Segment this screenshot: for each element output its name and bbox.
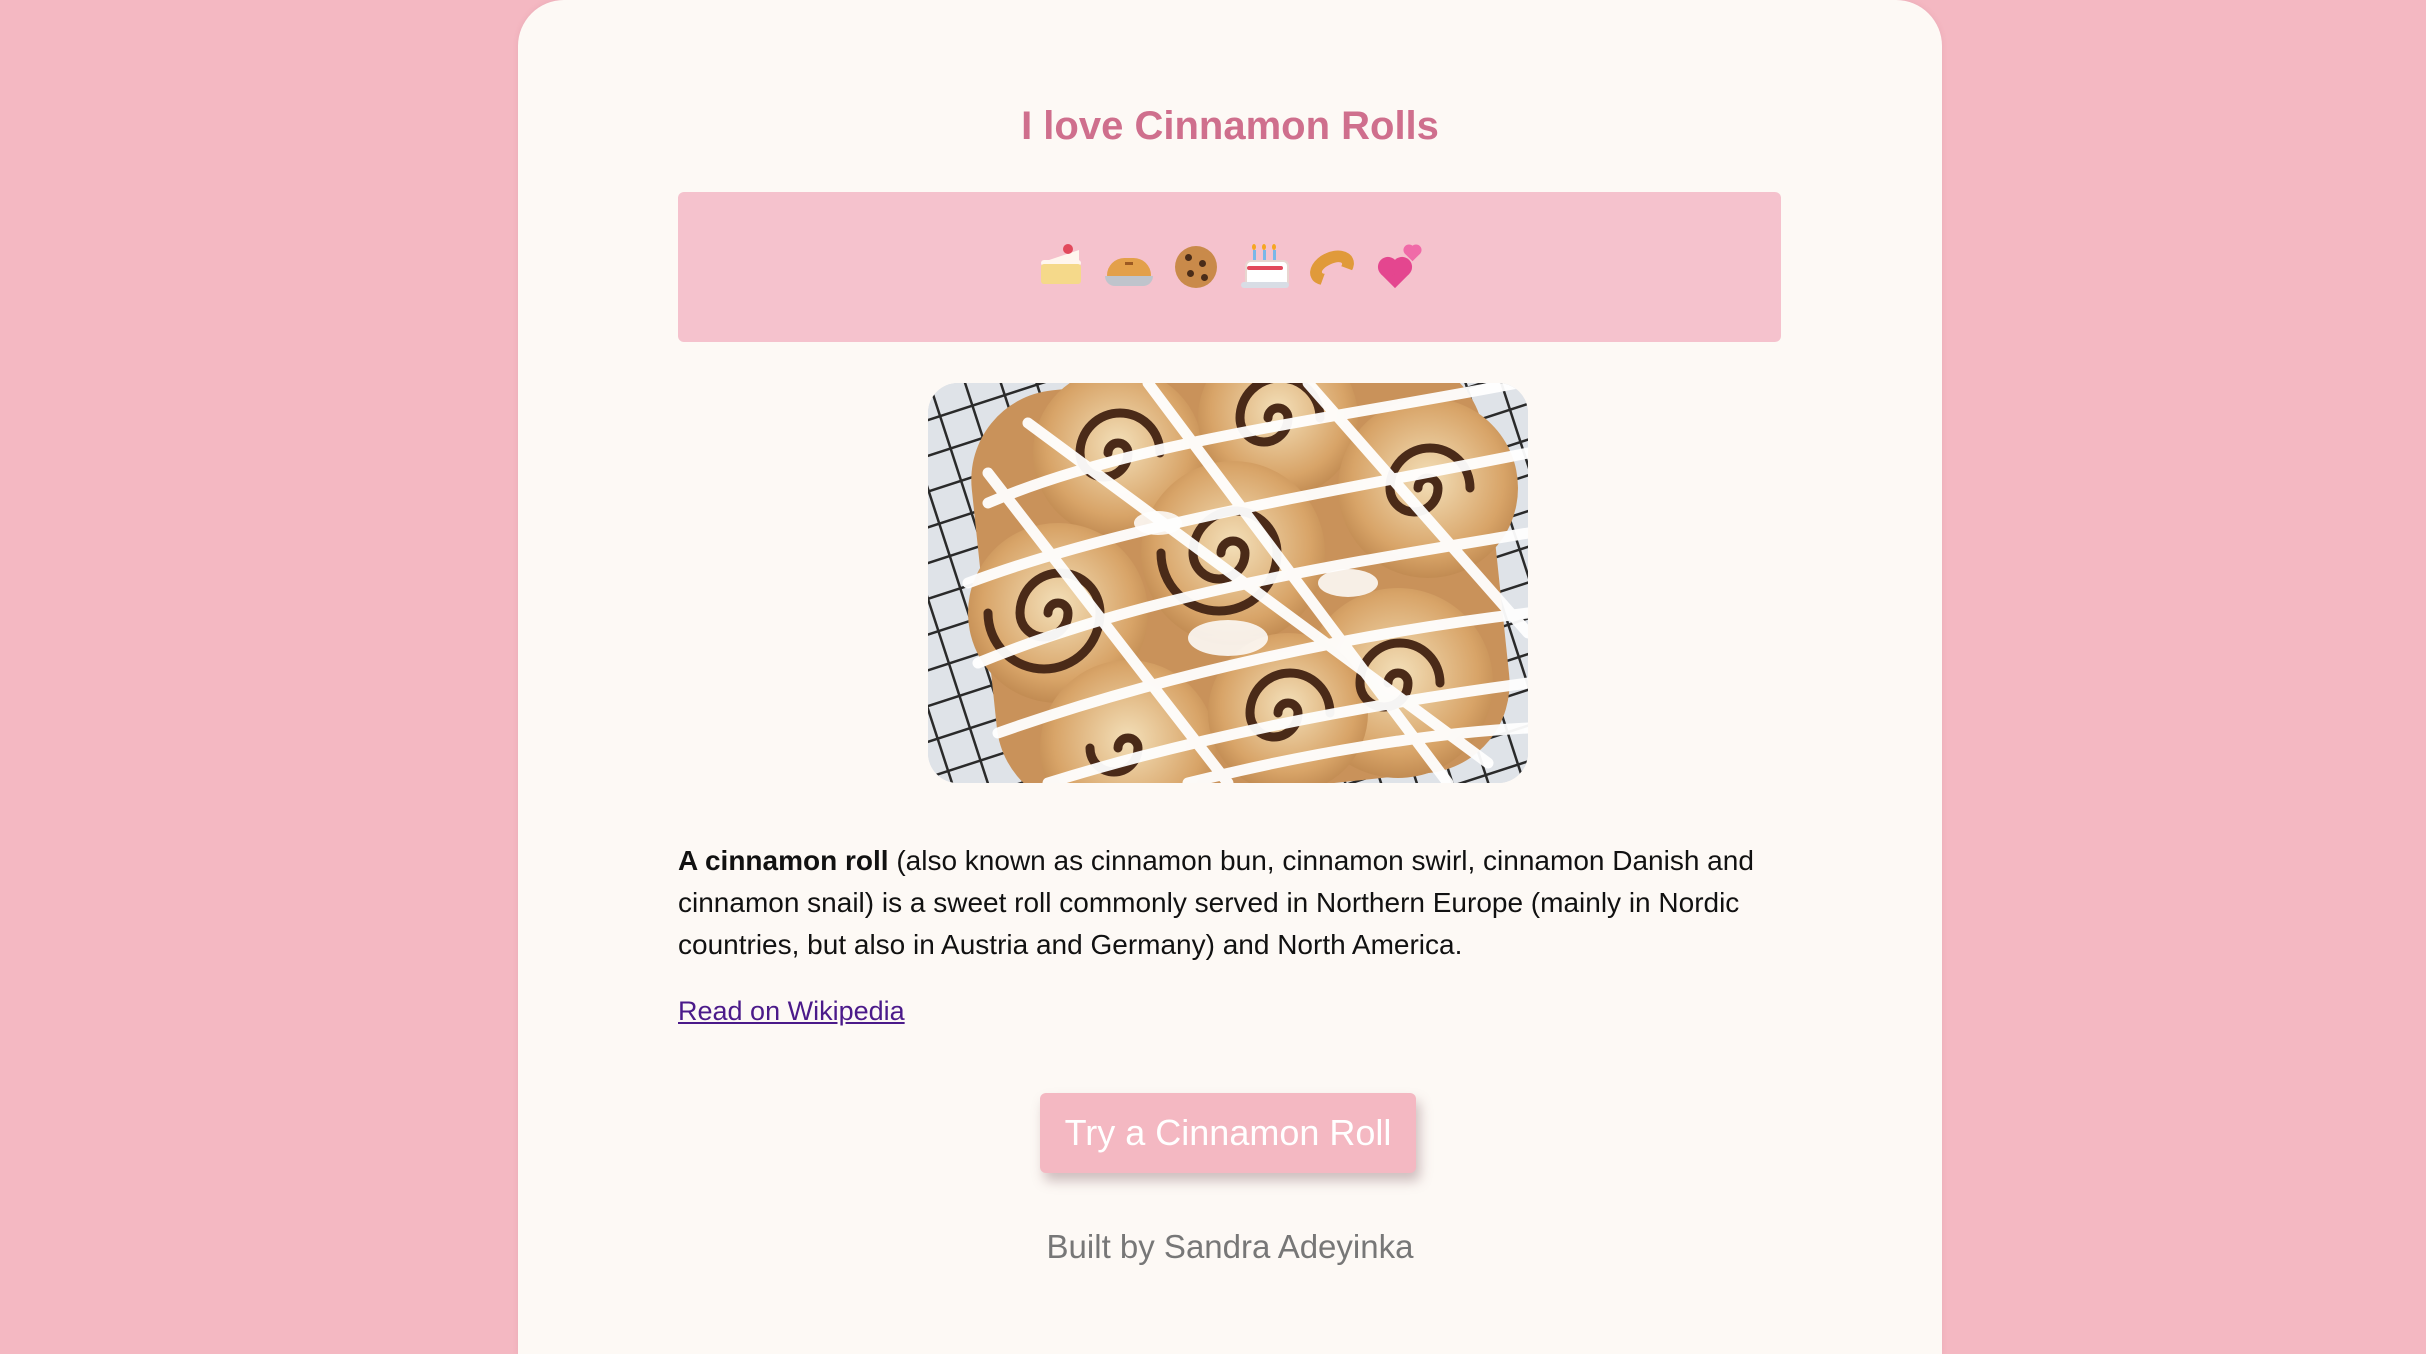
croissant-icon (1303, 242, 1360, 293)
two-hearts-icon (1375, 242, 1425, 292)
footer-credit: Built by Sandra Adeyinka (1046, 1228, 1414, 1265)
cinnamon-rolls-photo (928, 383, 1528, 783)
emoji-banner (678, 192, 1781, 342)
content-card: I love Cinnamon Rolls A cinnamon roll (a… (518, 0, 1942, 1354)
page-title: I love Cinnamon Rolls (1021, 104, 1439, 148)
pie-icon (1103, 242, 1153, 292)
description-bold: A cinnamon roll (678, 845, 889, 876)
birthday-cake-icon (1239, 242, 1289, 292)
try-cinnamon-roll-button[interactable]: Try a Cinnamon Roll (1040, 1093, 1416, 1173)
cake-slice-icon (1035, 242, 1085, 292)
wikipedia-link[interactable]: Read on Wikipedia (678, 996, 905, 1027)
description-text: A cinnamon roll (also known as cinnamon … (678, 840, 1781, 966)
cookie-icon (1171, 242, 1221, 292)
